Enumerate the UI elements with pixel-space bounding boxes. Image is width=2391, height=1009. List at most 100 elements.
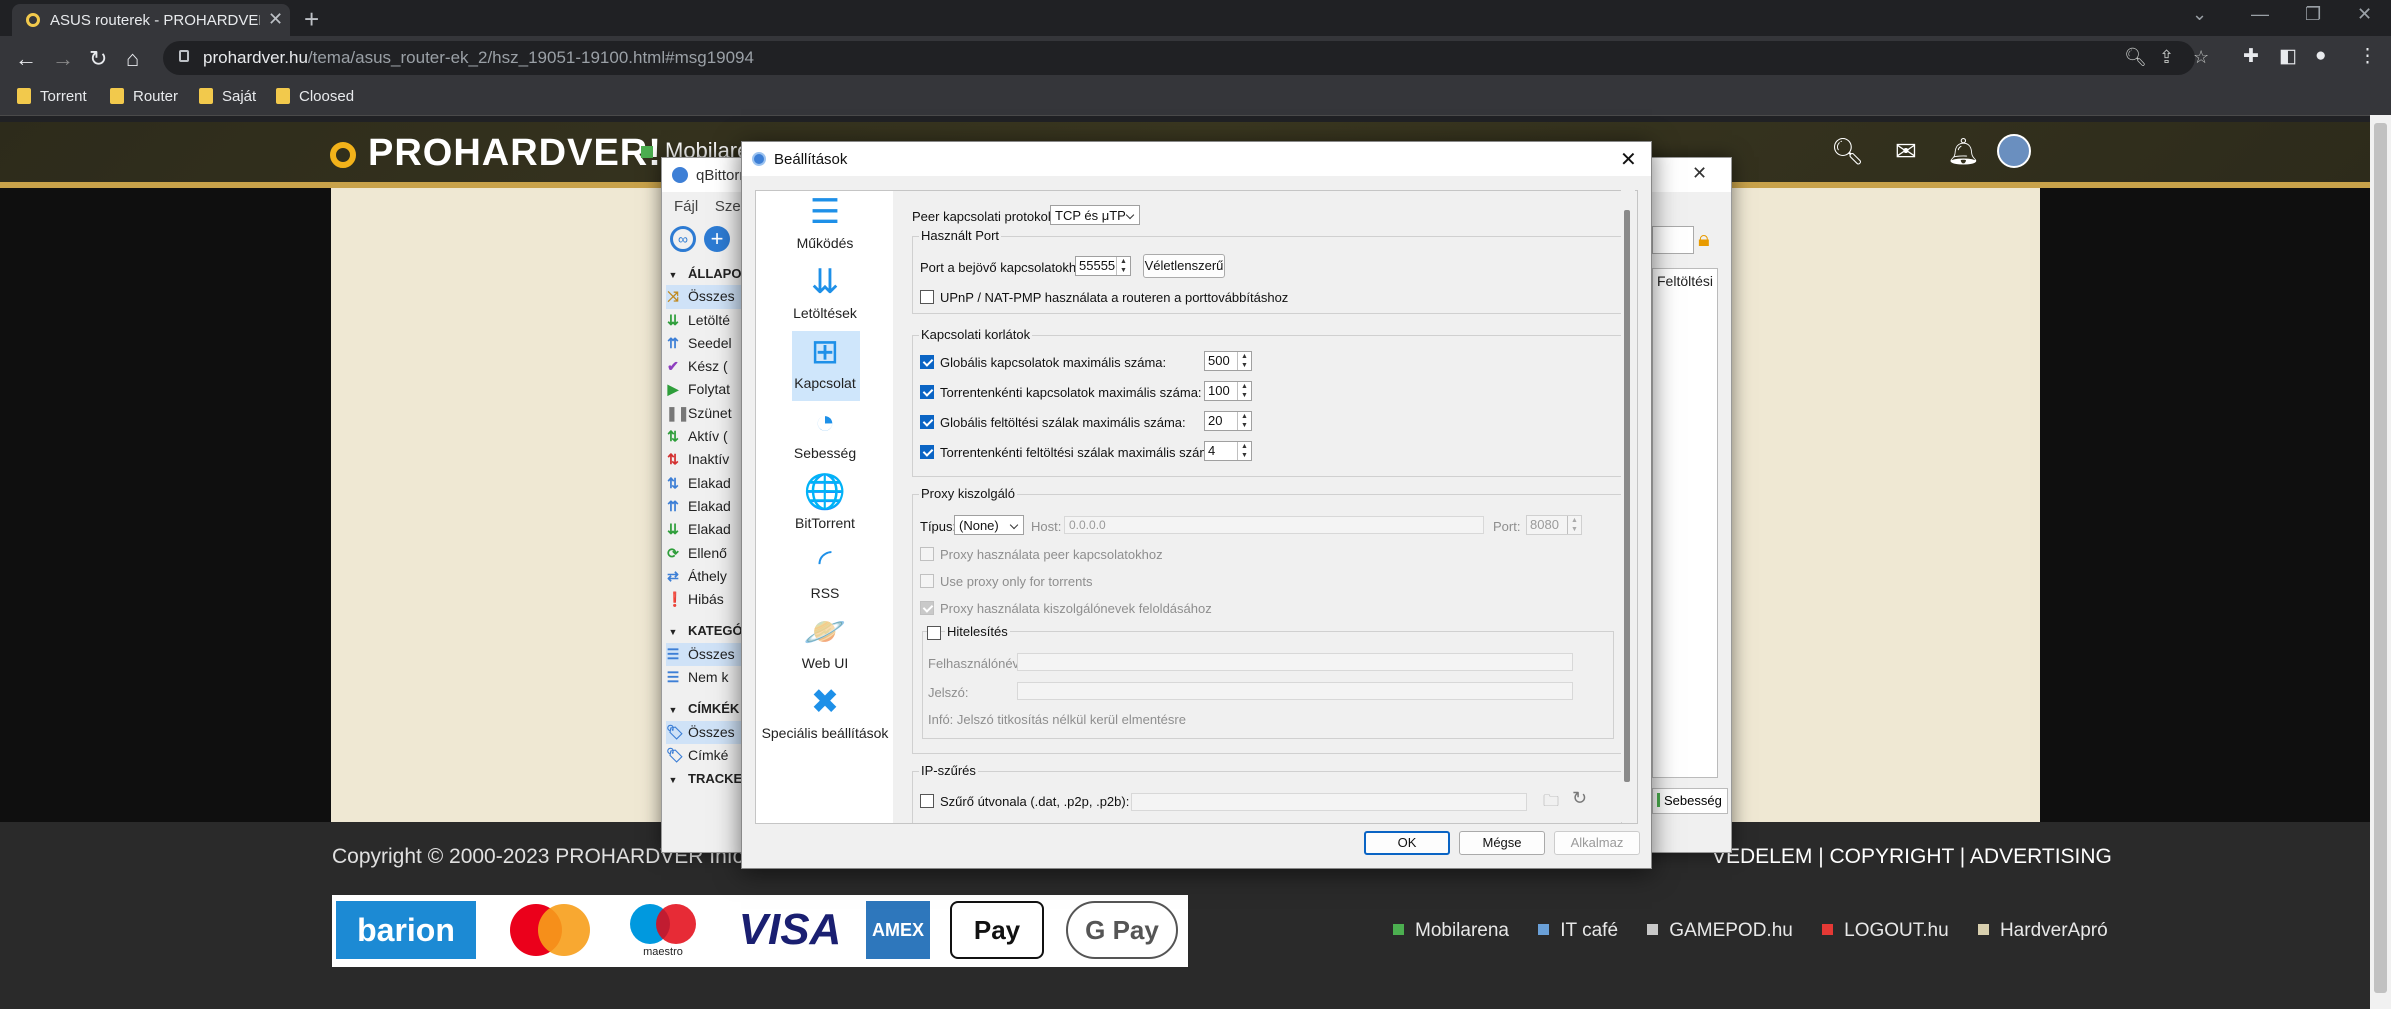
sidebar-item[interactable]: ⇈ Seedel: [666, 332, 746, 355]
sidebar-item[interactable]: ✔ Kész (: [666, 355, 746, 378]
sidebar-item[interactable]: 🏷︎ Összes: [666, 720, 746, 744]
site-link[interactable]: LOGOUT.hu: [1822, 920, 1949, 941]
nav-item-rss[interactable]: ◜ RSS: [756, 541, 894, 611]
upnp-checkbox[interactable]: [920, 290, 934, 304]
refresh-icon[interactable]: ↻: [1572, 788, 1587, 809]
sidebar-section-header[interactable]: ▼ KATEGÓ: [666, 619, 746, 642]
forward-icon[interactable]: →: [52, 46, 74, 72]
scrollbar-thumb[interactable]: [1624, 210, 1630, 782]
mail-icon[interactable]: ✉: [1895, 136, 1917, 167]
close-icon[interactable]: ✕: [1620, 147, 1637, 172]
limit-input[interactable]: 100 ▲ ▼: [1204, 381, 1252, 401]
bookmark-folder[interactable]: Torrent: [17, 88, 87, 105]
sidebar-item[interactable]: ⇅ Aktív (: [666, 425, 746, 448]
sidebar-item[interactable]: ☰ Összes: [666, 642, 746, 667]
share-icon[interactable]: ⇪: [2159, 47, 2174, 68]
maximize-icon[interactable]: ❐: [2305, 4, 2321, 25]
limit-input[interactable]: 4 ▲ ▼: [1204, 441, 1252, 461]
sidebar-item[interactable]: ⇅ Elakad: [666, 472, 746, 495]
nav-item-m-k-d-s[interactable]: ☰ Működés: [756, 191, 894, 261]
proxy-only-torrents-checkbox[interactable]: [920, 574, 934, 588]
proxy-hostname-checkbox[interactable]: [920, 601, 934, 615]
sidebar-section-header[interactable]: ▼ TRACKE: [666, 767, 746, 790]
avatar[interactable]: [1997, 134, 2031, 168]
search-input[interactable]: [1652, 226, 1694, 254]
site-logo[interactable]: PROHARDVER!: [330, 132, 662, 175]
sidebar-item[interactable]: ☰ Nem k: [666, 666, 746, 689]
sidebar-item[interactable]: ❗ Hibás: [666, 588, 746, 611]
cancel-button[interactable]: Mégse: [1459, 831, 1545, 855]
peer-protocol-select[interactable]: TCP és μTP: [1050, 205, 1140, 225]
site-link[interactable]: IT café: [1538, 920, 1618, 941]
nav-item-speci-lis-be-ll-t-sok[interactable]: ✖ Speciális beállítások: [756, 681, 894, 751]
lock-icon[interactable]: 🔒︎: [1698, 226, 1722, 254]
sidebar-item[interactable]: ▶ Folytat: [666, 378, 746, 401]
sidebar-item[interactable]: ⟳ Ellenő: [666, 542, 746, 565]
extensions-icon[interactable]: ✚: [2243, 45, 2259, 68]
minimize-icon[interactable]: —: [2251, 4, 2269, 25]
sidebar-item[interactable]: ⇊ Letölté: [666, 309, 746, 332]
ok-button[interactable]: OK: [1364, 831, 1450, 855]
new-tab-icon[interactable]: +: [304, 4, 319, 35]
spin-arrows-icon[interactable]: ▲ ▼: [1237, 442, 1251, 460]
home-icon[interactable]: ⌂: [126, 46, 139, 72]
limit-input[interactable]: 20 ▲ ▼: [1204, 411, 1252, 431]
incoming-port-input[interactable]: 55555 ▲ ▼: [1075, 256, 1131, 276]
tab-search-icon[interactable]: ⌄: [2192, 4, 2207, 25]
reload-icon[interactable]: ↻: [89, 46, 107, 72]
close-window-icon[interactable]: ✕: [2357, 4, 2372, 25]
sidebar-item[interactable]: ⇅ Inaktív: [666, 448, 746, 471]
spin-arrows-icon[interactable]: ▲ ▼: [1237, 412, 1251, 430]
username-input[interactable]: [1017, 653, 1573, 671]
search-icon[interactable]: 🔍︎: [1831, 136, 1864, 167]
side-panel-icon[interactable]: ◧: [2279, 45, 2297, 68]
proxy-port-input[interactable]: 8080 ▲ ▼: [1526, 515, 1582, 535]
nav-item-bittorrent[interactable]: 🌐 BitTorrent: [756, 471, 894, 541]
spin-arrows-icon[interactable]: ▲ ▼: [1237, 352, 1251, 370]
password-input[interactable]: [1017, 682, 1573, 700]
apply-button[interactable]: Alkalmaz: [1554, 831, 1640, 855]
sidebar-item[interactable]: ⇄ Áthely: [666, 565, 746, 588]
add-torrent-icon[interactable]: +: [704, 226, 730, 252]
proxy-host-input[interactable]: 0.0.0.0: [1064, 516, 1484, 534]
random-port-button[interactable]: Véletlenszerű: [1143, 254, 1225, 278]
auth-checkbox[interactable]: [927, 626, 941, 640]
browser-tab[interactable]: ASUS routerek - PROHARDVER! F ✕: [12, 4, 290, 36]
page-scrollbar[interactable]: [1621, 190, 1635, 822]
profile-icon[interactable]: ●: [2315, 45, 2326, 67]
limit-checkbox[interactable]: [920, 415, 934, 429]
add-link-icon[interactable]: ∞: [670, 226, 696, 252]
tab-close-icon[interactable]: ✕: [268, 9, 283, 30]
sidebar-section-header[interactable]: ▼ ÁLLAPOT: [666, 262, 746, 285]
column-header[interactable]: Feltöltési: [1657, 273, 1713, 289]
sidebar-item[interactable]: ⇊ Elakad: [666, 518, 746, 541]
footer-links[interactable]: VEDELEM | COPYRIGHT | ADVERTISING: [1712, 845, 2112, 869]
sidebar-section-header[interactable]: ▼ CÍMKÉK: [666, 697, 746, 720]
bookmark-star-icon[interactable]: ☆: [2193, 47, 2209, 68]
bookmark-folder[interactable]: Router: [110, 88, 178, 105]
site-link[interactable]: GAMEPOD.hu: [1647, 920, 1793, 941]
address-bar[interactable]: prohardver.hu/tema/asus_router-ek_2/hsz_…: [163, 41, 2209, 75]
spin-arrows-icon[interactable]: ▲ ▼: [1116, 257, 1130, 275]
bell-icon[interactable]: 🔔︎: [1947, 136, 1980, 167]
nav-item-sebess-g[interactable]: ◔ Sebesség: [756, 401, 894, 471]
proxy-peer-checkbox[interactable]: [920, 547, 934, 561]
sidebar-item[interactable]: ⇈ Elakad: [666, 495, 746, 518]
folder-icon[interactable]: 🗀: [1543, 790, 1559, 817]
nav-item-web-ui[interactable]: 🪐 Web UI: [756, 611, 894, 681]
close-icon[interactable]: ✕: [1692, 163, 1707, 184]
back-icon[interactable]: ←: [15, 46, 37, 72]
nav-item-let-lt-sek[interactable]: ⇊ Letöltések: [756, 261, 894, 331]
site-link[interactable]: Mobilarena: [1393, 920, 1509, 941]
proxy-type-select[interactable]: (None): [954, 515, 1024, 535]
page-scrollbar[interactable]: [2370, 115, 2391, 1009]
speed-tab[interactable]: Sebesség: [1652, 788, 1728, 814]
site-link[interactable]: HardverApró: [1977, 920, 2108, 941]
limit-input[interactable]: 500 ▲ ▼: [1204, 351, 1252, 371]
limit-checkbox[interactable]: [920, 385, 934, 399]
limit-checkbox[interactable]: [920, 445, 934, 459]
bookmark-folder[interactable]: Cloosed: [276, 88, 354, 105]
nav-item-kapcsolat[interactable]: ⊞ Kapcsolat: [756, 331, 894, 401]
bookmark-folder[interactable]: Saját: [199, 88, 256, 105]
scrollbar-thumb[interactable]: [2374, 123, 2387, 993]
